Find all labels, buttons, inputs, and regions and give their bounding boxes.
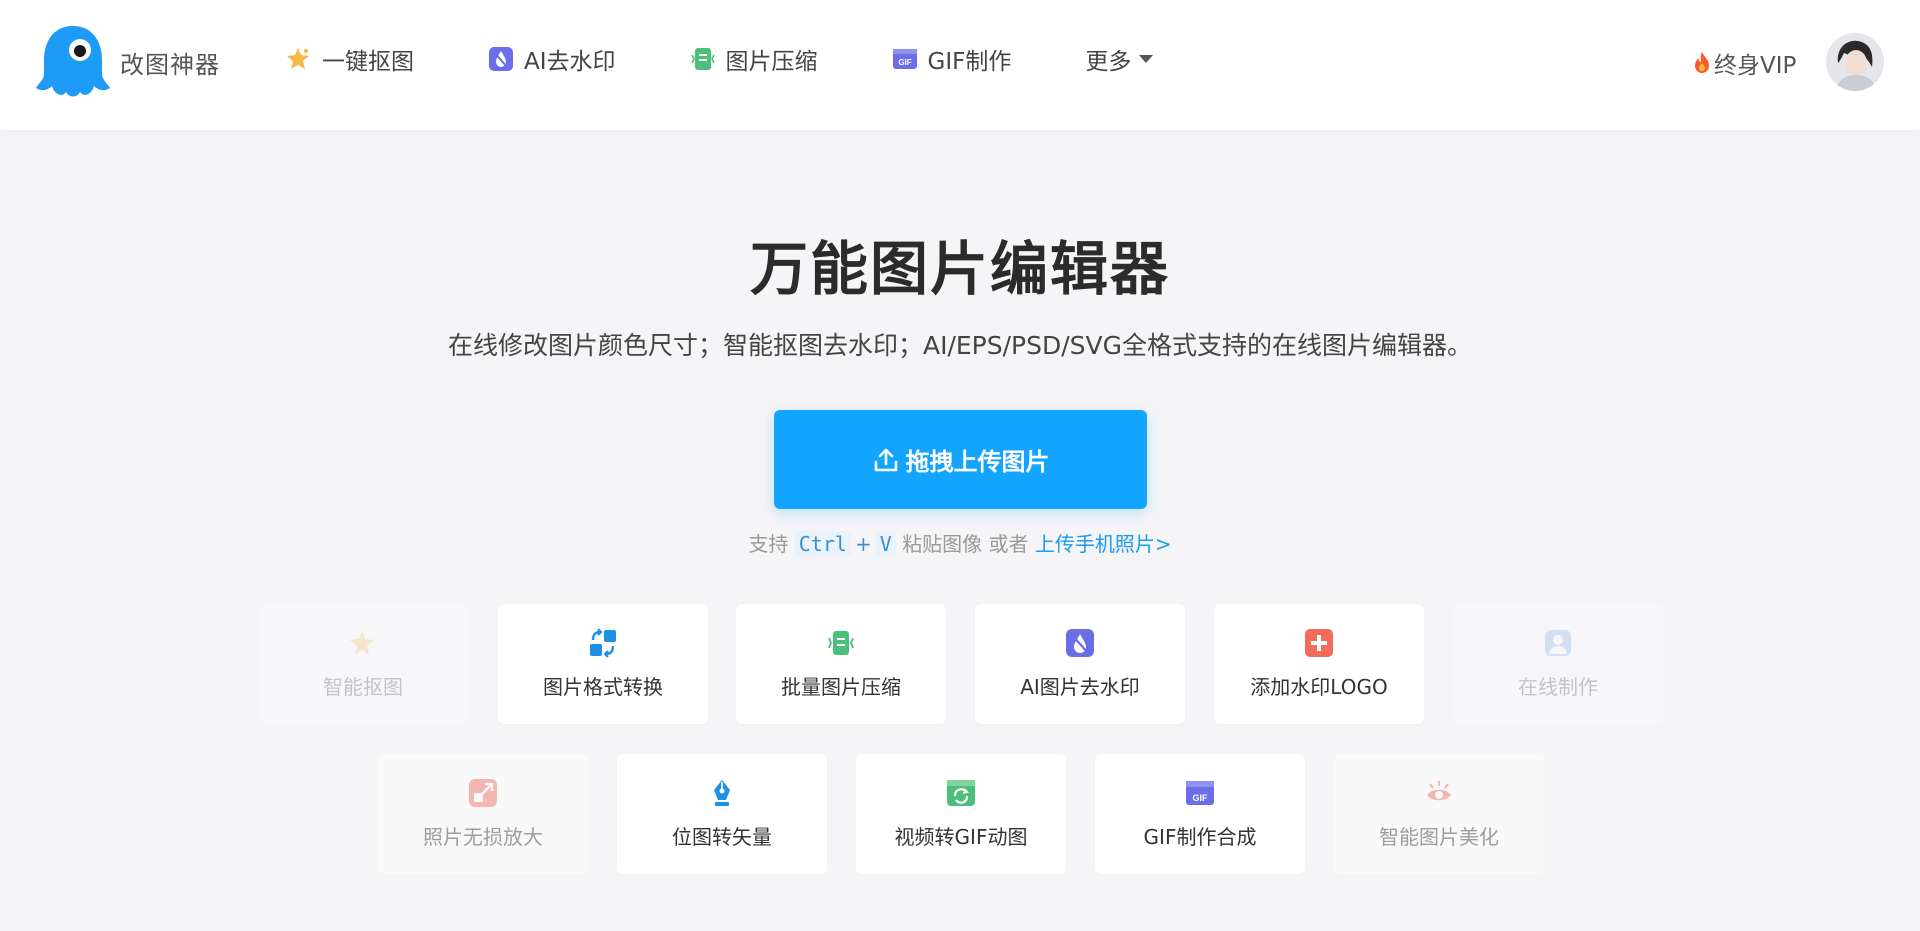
add-watermark-icon xyxy=(1305,629,1333,657)
tool-card-label: 智能图片美化 xyxy=(1379,825,1499,849)
portrait-icon xyxy=(1545,630,1571,656)
format-convert-icon xyxy=(590,628,616,658)
gif-icon: GIF xyxy=(1186,781,1214,805)
tool-card-label: AI图片去水印 xyxy=(1020,675,1140,699)
tool-card-label: 在线制作 xyxy=(1518,675,1598,699)
pen-nib-icon xyxy=(714,780,730,806)
tool-card-label: 批量图片压缩 xyxy=(781,675,901,699)
tool-card-video-to-gif[interactable]: 视频转GIF动图 xyxy=(856,754,1066,874)
tool-card-label: GIF制作合成 xyxy=(1143,825,1257,849)
tool-card-add-watermark[interactable]: 添加水印LOGO xyxy=(1214,604,1424,724)
water-drop-icon xyxy=(1066,629,1094,657)
tool-card-batch-compress[interactable]: 批量图片压缩 xyxy=(736,604,946,724)
compress-icon xyxy=(828,631,854,655)
tool-card-label: 添加水印LOGO xyxy=(1250,675,1388,699)
tool-card-gif-maker[interactable]: GIF GIF制作合成 xyxy=(1095,754,1305,874)
tool-card-smart-cutout[interactable]: 智能抠图 xyxy=(258,604,468,724)
star-magic-icon xyxy=(350,631,374,655)
tool-card-label: 照片无损放大 xyxy=(423,825,543,849)
tool-card-ai-remove-watermark[interactable]: AI图片去水印 xyxy=(975,604,1185,724)
tool-card-lossless-enlarge[interactable]: 照片无损放大 xyxy=(378,754,588,874)
enlarge-icon xyxy=(469,779,497,807)
tool-card-label: 图片格式转换 xyxy=(543,675,663,699)
tool-cards: 智能抠图 图片格式转换 批量图片压缩 AI图片去水印 添加水印LOGO 在线制作… xyxy=(0,0,1920,931)
tool-card-label: 视频转GIF动图 xyxy=(894,825,1028,849)
tool-card-label: 位图转矢量 xyxy=(672,825,772,849)
tool-card-online-make[interactable]: 在线制作 xyxy=(1453,604,1663,724)
tool-card-bitmap-to-vector[interactable]: 位图转矢量 xyxy=(617,754,827,874)
tool-card-format-convert[interactable]: 图片格式转换 xyxy=(498,604,708,724)
tool-card-smart-beautify[interactable]: 智能图片美化 xyxy=(1334,754,1544,874)
svg-text:GIF: GIF xyxy=(1193,793,1209,803)
eye-beauty-icon xyxy=(1427,781,1451,801)
tool-card-label: 智能抠图 xyxy=(323,675,403,699)
video-gif-icon xyxy=(947,780,975,806)
